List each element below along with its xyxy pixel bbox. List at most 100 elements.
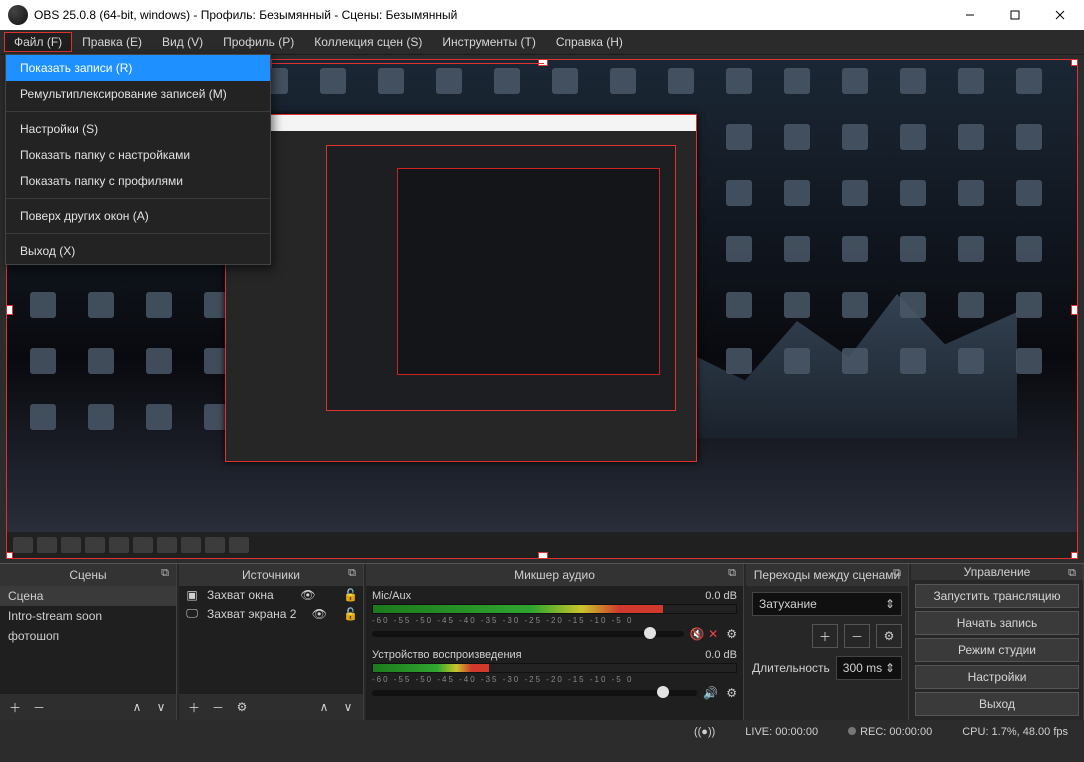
source-item[interactable]: ▣ Захват окна 👁 🔓 <box>179 586 363 604</box>
menu-show-recordings[interactable]: Показать записи (R) <box>6 55 270 81</box>
minimize-button[interactable] <box>947 0 992 30</box>
scene-down-button[interactable]: ∨ <box>150 697 172 717</box>
scene-item[interactable]: Intro-stream soon <box>0 606 176 626</box>
nested-titlebar <box>226 115 696 131</box>
channel-db: 0.0 dB <box>705 649 737 661</box>
window-titlebar: OBS 25.0.8 (64-bit, windows) - Профиль: … <box>0 0 1084 30</box>
lock-toggle[interactable]: 🔓 <box>343 588 359 602</box>
transition-settings-button[interactable]: ⚙ <box>876 624 902 648</box>
menu-always-on-top[interactable]: Поверх других окон (A) <box>6 203 270 229</box>
resize-handle[interactable] <box>6 305 13 315</box>
menu-edit[interactable]: Правка (E) <box>72 32 152 52</box>
meter-scale: -60 -55 -50 -45 -40 -35 -30 -25 -20 -15 … <box>372 675 737 684</box>
popout-icon[interactable]: ⧉ <box>890 567 904 581</box>
menu-help[interactable]: Справка (H) <box>546 32 633 52</box>
mute-button[interactable]: 🔊 <box>703 686 718 700</box>
mute-button[interactable]: 🔇 ✕ <box>690 627 718 641</box>
volume-slider[interactable] <box>372 631 684 637</box>
add-transition-button[interactable]: ＋ <box>812 624 838 648</box>
controls-header: Управление ⧉ <box>911 564 1083 580</box>
popout-icon[interactable]: ⧉ <box>345 567 359 581</box>
remove-scene-button[interactable]: － <box>28 697 50 717</box>
resize-handle[interactable] <box>6 552 13 559</box>
menu-show-profiles-folder[interactable]: Показать папку с профилями <box>6 168 270 194</box>
settings-button[interactable]: Настройки <box>915 665 1079 689</box>
transitions-header: Переходы между сценами⧉ <box>746 564 908 586</box>
mixer-body: Mic/Aux0.0 dB -60 -55 -50 -45 -40 -35 -3… <box>366 586 743 720</box>
level-meter <box>372 604 737 614</box>
channel-settings-button[interactable]: ⚙ <box>726 686 737 700</box>
scene-item[interactable]: фотошоп <box>0 626 176 646</box>
duration-input[interactable]: 300 ms⇕ <box>836 656 902 680</box>
controls-body: Запустить трансляцию Начать запись Режим… <box>911 580 1083 720</box>
audio-mixer-dock: Микшер аудио⧉ Mic/Aux0.0 dB -60 -55 -50 … <box>366 564 744 720</box>
broadcast-icon: ((●)) <box>694 726 715 738</box>
visibility-toggle[interactable]: 👁 <box>300 588 316 602</box>
obs-logo-icon <box>8 5 28 25</box>
add-scene-button[interactable]: ＋ <box>4 697 26 717</box>
popout-icon[interactable]: ⧉ <box>1065 567 1079 581</box>
sources-dock: Источники⧉ ▣ Захват окна 👁 🔓 🖵 Захват эк… <box>179 564 364 720</box>
transition-type: Затухание <box>759 597 817 611</box>
scene-up-button[interactable]: ∧ <box>126 697 148 717</box>
start-recording-button[interactable]: Начать запись <box>915 611 1079 635</box>
start-streaming-button[interactable]: Запустить трансляцию <box>915 584 1079 608</box>
studio-mode-button[interactable]: Режим студии <box>915 638 1079 662</box>
mixer-channel-mic: Mic/Aux0.0 dB -60 -55 -50 -45 -40 -35 -3… <box>366 586 743 645</box>
menu-file[interactable]: Файл (F) <box>4 32 72 52</box>
scene-item[interactable]: Сцена <box>0 586 176 606</box>
resize-handle[interactable] <box>1071 305 1078 315</box>
exit-button[interactable]: Выход <box>915 692 1079 716</box>
menu-settings[interactable]: Настройки (S) <box>6 116 270 142</box>
popout-icon[interactable]: ⧉ <box>725 567 739 581</box>
window-icon: ▣ <box>183 588 201 602</box>
menu-exit[interactable]: Выход (X) <box>6 238 270 264</box>
lock-toggle[interactable]: 🔓 <box>343 607 359 621</box>
scenes-dock: Сцены ⧉ Сцена Intro-stream soon фотошоп ＋… <box>0 564 177 720</box>
source-item[interactable]: 🖵 Захват экрана 2 👁 🔓 <box>179 604 363 623</box>
source-properties-button[interactable]: ⚙ <box>231 697 253 717</box>
add-source-button[interactable]: ＋ <box>183 697 205 717</box>
chevron-up-down-icon: ⇕ <box>885 597 895 611</box>
resize-handle[interactable] <box>538 552 548 559</box>
menu-scene-collection[interactable]: Коллекция сцен (S) <box>304 32 432 52</box>
duration-label: Длительность <box>752 661 830 675</box>
status-rec: REC: 00:00:00 <box>860 726 932 738</box>
window-controls <box>947 0 1082 30</box>
source-name: Захват экрана 2 <box>207 607 296 621</box>
transition-select[interactable]: Затухание ⇕ <box>752 592 902 616</box>
sources-list[interactable]: ▣ Захват окна 👁 🔓 🖵 Захват экрана 2 👁 🔓 <box>179 586 363 694</box>
status-cpu: CPU: 1.7%, 48.00 fps <box>962 726 1068 738</box>
menu-remux[interactable]: Ремультиплексирование записей (M) <box>6 81 270 107</box>
maximize-button[interactable] <box>992 0 1037 30</box>
status-live: LIVE: 00:00:00 <box>745 726 818 738</box>
source-up-button[interactable]: ∧ <box>313 697 335 717</box>
close-button[interactable] <box>1037 0 1082 30</box>
volume-slider[interactable] <box>372 690 697 696</box>
file-dropdown: Показать записи (R) Ремультиплексировани… <box>5 54 271 265</box>
menu-view[interactable]: Вид (V) <box>152 32 213 52</box>
scenes-title: Сцены <box>69 568 106 582</box>
remove-transition-button[interactable]: － <box>844 624 870 648</box>
source-down-button[interactable]: ∨ <box>337 697 359 717</box>
visibility-toggle[interactable]: 👁 <box>312 607 328 621</box>
menu-tools[interactable]: Инструменты (T) <box>432 32 545 52</box>
controls-title: Управление <box>964 565 1031 579</box>
window-title: OBS 25.0.8 (64-bit, windows) - Профиль: … <box>34 8 947 22</box>
controls-dock: Управление ⧉ Запустить трансляцию Начать … <box>911 564 1084 720</box>
meter-scale: -60 -55 -50 -45 -40 -35 -30 -25 -20 -15 … <box>372 616 737 625</box>
nested-obs-window <box>225 114 697 462</box>
menu-show-settings-folder[interactable]: Показать папку с настройками <box>6 142 270 168</box>
popout-icon[interactable]: ⧉ <box>158 567 172 581</box>
level-meter <box>372 663 737 673</box>
channel-settings-button[interactable]: ⚙ <box>726 627 737 641</box>
sources-header: Источники⧉ <box>179 564 363 586</box>
scenes-list[interactable]: Сцена Intro-stream soon фотошоп <box>0 586 176 694</box>
resize-handle[interactable] <box>1071 552 1078 559</box>
transitions-title: Переходы между сценами <box>754 568 900 582</box>
remove-source-button[interactable]: － <box>207 697 229 717</box>
channel-name: Устройство воспроизведения <box>372 649 522 661</box>
separator <box>6 233 270 234</box>
menu-profile[interactable]: Профиль (P) <box>213 32 304 52</box>
resize-handle[interactable] <box>1071 59 1078 66</box>
